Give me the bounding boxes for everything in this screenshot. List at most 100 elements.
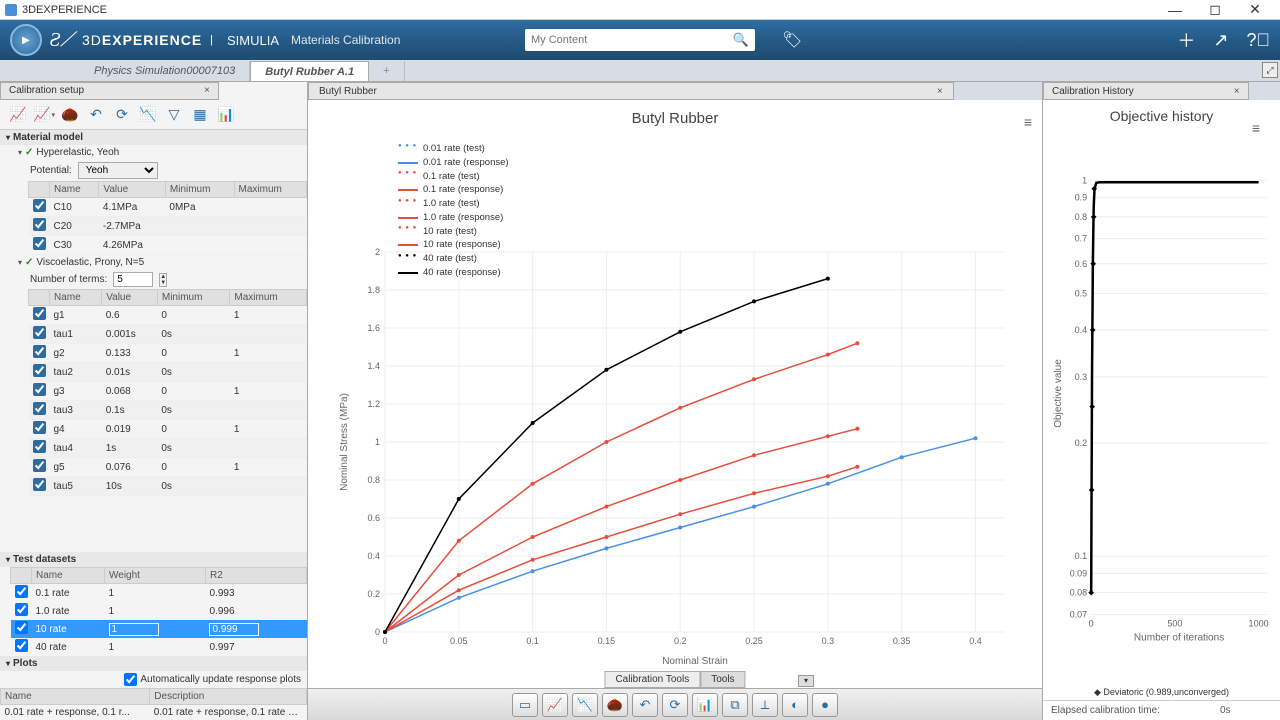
tab-calibration-tools[interactable]: Calibration Tools [604, 671, 700, 688]
search-icon[interactable]: 🔍 [733, 32, 749, 48]
sphere-tool-icon[interactable]: ● [812, 693, 838, 717]
param-row[interactable]: tau10.001s0s [29, 325, 307, 344]
dataset-row[interactable]: 1.0 rate10.996 [11, 602, 307, 620]
chart-menu-icon[interactable]: ≡ [1024, 114, 1032, 130]
svg-text:0.2: 0.2 [367, 589, 380, 599]
param-row[interactable]: g20.13301 [29, 344, 307, 363]
param-row[interactable]: C20-2.7MPa [29, 217, 307, 236]
param-row[interactable]: tau20.01s0s [29, 363, 307, 382]
auto-update-checkbox[interactable]: Automatically update response plots [124, 673, 301, 686]
plots-table: NameDescription 0.01 rate + response, 0.… [0, 688, 307, 720]
stress-strain-chart[interactable]: 0.01 rate (test)0.01 rate (response)0.1 … [328, 132, 1022, 672]
calibration-setup-panel: Calibration setup× 📈 📈 🌰 ↶ ⟳ 📉 ▽ ▦ 📊 Mat… [0, 82, 308, 720]
close-icon[interactable]: × [204, 85, 210, 96]
material-model-header[interactable]: Material model [0, 130, 307, 145]
param-row[interactable]: C304.26MPa [29, 236, 307, 255]
plots-header[interactable]: Plots [0, 656, 307, 671]
collapse-toolbar-icon[interactable]: ▾ [798, 675, 814, 687]
history-legend: ◆ Deviatoric (0.989,unconverged) [1043, 685, 1280, 700]
terms-input[interactable] [113, 272, 153, 287]
svg-text:0.4: 0.4 [367, 551, 380, 561]
svg-text:1.4: 1.4 [367, 361, 380, 371]
svg-text:1: 1 [375, 437, 380, 447]
doc-tab-add: + [369, 61, 404, 81]
close-button[interactable]: ✕ [1235, 1, 1275, 18]
param-row[interactable]: C104.1MPa0MPa [29, 198, 307, 217]
undo-icon[interactable]: ↶ [84, 104, 108, 126]
close-icon[interactable]: × [1234, 86, 1240, 97]
check-icon: ✓ [25, 257, 33, 268]
table-icon[interactable]: ▦ [188, 104, 212, 126]
svg-text:1.8: 1.8 [367, 285, 380, 295]
chart-tool-icon[interactable]: 📈 [542, 693, 568, 717]
objective-history-chart[interactable]: 050010000.070.080.090.10.20.30.40.50.60.… [1043, 122, 1280, 685]
panel-tab-history[interactable]: Calibration History× [1043, 82, 1249, 100]
svg-text:1000: 1000 [1249, 619, 1269, 629]
param-row[interactable]: tau30.1s0s [29, 401, 307, 420]
dataset-row[interactable]: 40 rate10.997 [11, 638, 307, 656]
chart-add-icon[interactable]: 📈 [6, 104, 30, 126]
tab-tools[interactable]: Tools [700, 671, 745, 688]
param-row[interactable]: g50.07601 [29, 458, 307, 477]
param-row[interactable]: g40.01901 [29, 420, 307, 439]
dataset-row[interactable]: 0.1 rate10.993 [11, 584, 307, 603]
panel-tab-chart[interactable]: Butyl Rubber× [308, 82, 954, 100]
close-icon[interactable]: × [937, 86, 943, 97]
material-tool-icon[interactable]: 🌰 [602, 693, 628, 717]
tag-icon[interactable]: 🏷 [782, 30, 802, 50]
region-tool-icon[interactable]: ◐ [782, 693, 808, 717]
window-titlebar: 3DEXPERIENCE — ◻ ✕ [0, 0, 1280, 20]
filter-icon[interactable]: ▽ [162, 104, 186, 126]
viscoelastic-header[interactable]: ✓Viscoelastic, Prony, N=5 [0, 255, 307, 270]
svg-text:0.08: 0.08 [1070, 588, 1088, 598]
minimize-button[interactable]: — [1155, 2, 1195, 18]
add-icon[interactable]: ＋ [1177, 27, 1195, 53]
share-icon[interactable]: ↗ [1213, 30, 1228, 51]
compare-tool-icon[interactable]: ⧉ [722, 693, 748, 717]
svg-text:0.2: 0.2 [1075, 438, 1088, 448]
svg-text:0.8: 0.8 [367, 475, 380, 485]
refresh-tool-icon[interactable]: ⟳ [662, 693, 688, 717]
material-icon[interactable]: 🌰 [58, 104, 82, 126]
chart-tool2-icon[interactable]: 📉 [572, 693, 598, 717]
search-box[interactable]: 🔍 [525, 29, 755, 51]
panel-tab-calibration-setup[interactable]: Calibration setup× [0, 82, 219, 100]
undo-tool-icon[interactable]: ↶ [632, 693, 658, 717]
svg-text:0.05: 0.05 [450, 636, 468, 646]
spin-down-icon[interactable]: ▼ [160, 280, 166, 286]
search-input[interactable] [531, 34, 733, 46]
fit-chart-icon[interactable]: 📉 [136, 104, 160, 126]
compass-icon[interactable] [10, 24, 42, 56]
chart-legend: 0.01 rate (test)0.01 rate (response)0.1 … [398, 142, 509, 280]
axes-tool-icon[interactable]: ⟂ [752, 693, 778, 717]
collapse-ribbon-button[interactable]: ⤢ [1262, 62, 1278, 78]
doc-tab-butyl[interactable]: Butyl Rubber A.1 [250, 61, 369, 81]
refresh-icon[interactable]: ⟳ [110, 104, 134, 126]
plot-row[interactable]: 0.01 rate + response, 0.1 r...0.01 rate … [1, 705, 307, 720]
bottom-tab-group: Calibration Tools Tools [604, 671, 745, 688]
help-icon[interactable]: ?⃝ [1246, 30, 1270, 51]
doc-tab-physics[interactable]: Physics Simulation00007103 [80, 61, 250, 81]
select-tool-icon[interactable]: ▭ [512, 693, 538, 717]
test-datasets-header[interactable]: Test datasets [0, 552, 307, 567]
app-header: Ƨ⟋ 3DEXPERIENCE | SIMULIA Materials Cali… [0, 20, 1280, 60]
svg-text:0.1: 0.1 [526, 636, 539, 646]
chart-title: Butyl Rubber [328, 110, 1022, 127]
param-row[interactable]: g10.601 [29, 306, 307, 325]
chart-dropdown-icon[interactable]: 📈 [32, 104, 56, 126]
param-row[interactable]: tau41s0s [29, 439, 307, 458]
dataset-row[interactable]: 10 rate [11, 620, 307, 638]
svg-text:1: 1 [1082, 175, 1087, 185]
svg-text:0.3: 0.3 [822, 636, 835, 646]
fit-tool-icon[interactable]: 📊 [692, 693, 718, 717]
param-row[interactable]: tau510s0s [29, 477, 307, 496]
svg-text:0.4: 0.4 [1075, 325, 1088, 335]
hyperelastic-header[interactable]: ✓Hyperelastic, Yeoh [0, 145, 307, 160]
maximize-button[interactable]: ◻ [1195, 1, 1235, 18]
export-chart-icon[interactable]: 📊 [214, 104, 238, 126]
elapsed-time: Elapsed calibration time:0s [1043, 700, 1280, 720]
param-row[interactable]: g30.06801 [29, 382, 307, 401]
product-name: SIMULIA [227, 33, 279, 48]
module-name: Materials Calibration [291, 33, 400, 47]
potential-select[interactable]: Yeoh [78, 162, 158, 179]
